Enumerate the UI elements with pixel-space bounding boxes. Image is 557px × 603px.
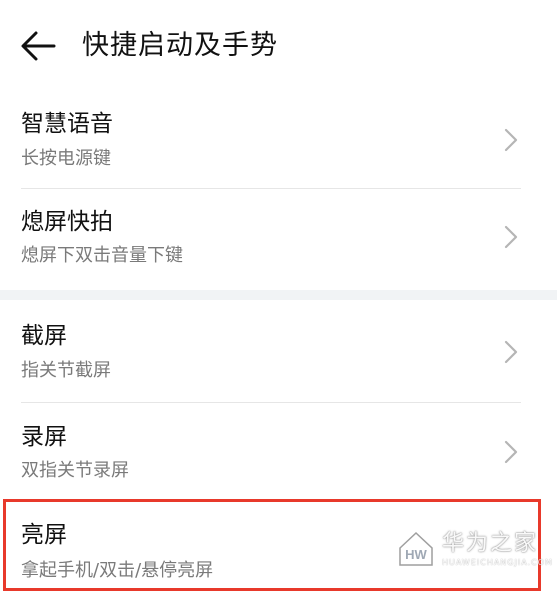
list-item-title: 智慧语音 xyxy=(21,111,113,137)
chevron-right-icon xyxy=(504,225,518,249)
chevron-right-icon xyxy=(504,440,518,464)
list-item-screen-record[interactable]: 录屏 双指关节录屏 xyxy=(0,403,557,503)
list-item-wake-screen[interactable]: 亮屏 拿起手机/双击/悬停亮屏 xyxy=(0,503,557,603)
list-item-smart-voice[interactable]: 智慧语音 长按电源键 xyxy=(0,95,557,195)
list-item-screenshot[interactable]: 截屏 指关节截屏 xyxy=(0,300,557,400)
list-item-screen-off-snapshot[interactable]: 熄屏快拍 熄屏下双击音量下键 xyxy=(0,190,557,290)
list-item-title: 熄屏快拍 xyxy=(21,209,113,235)
list-item-subtitle: 长按电源键 xyxy=(21,148,111,169)
list-item-subtitle: 拿起手机/双击/悬停亮屏 xyxy=(21,560,214,581)
chevron-right-icon xyxy=(504,128,518,152)
page-title: 快捷启动及手势 xyxy=(82,30,278,61)
list-item-subtitle: 双指关节录屏 xyxy=(21,460,129,481)
section-separator xyxy=(0,290,557,300)
divider xyxy=(21,188,521,189)
list-item-title: 截屏 xyxy=(21,323,67,349)
list-item-title: 录屏 xyxy=(21,424,67,450)
list-item-subtitle: 指关节截屏 xyxy=(21,360,111,381)
list-item-title: 亮屏 xyxy=(21,522,67,548)
arrow-left-icon xyxy=(21,31,56,61)
list-item-subtitle: 熄屏下双击音量下键 xyxy=(21,245,183,266)
back-button[interactable] xyxy=(18,26,58,66)
top-app-bar: 快捷启动及手势 xyxy=(0,0,557,95)
chevron-right-icon xyxy=(504,340,518,364)
